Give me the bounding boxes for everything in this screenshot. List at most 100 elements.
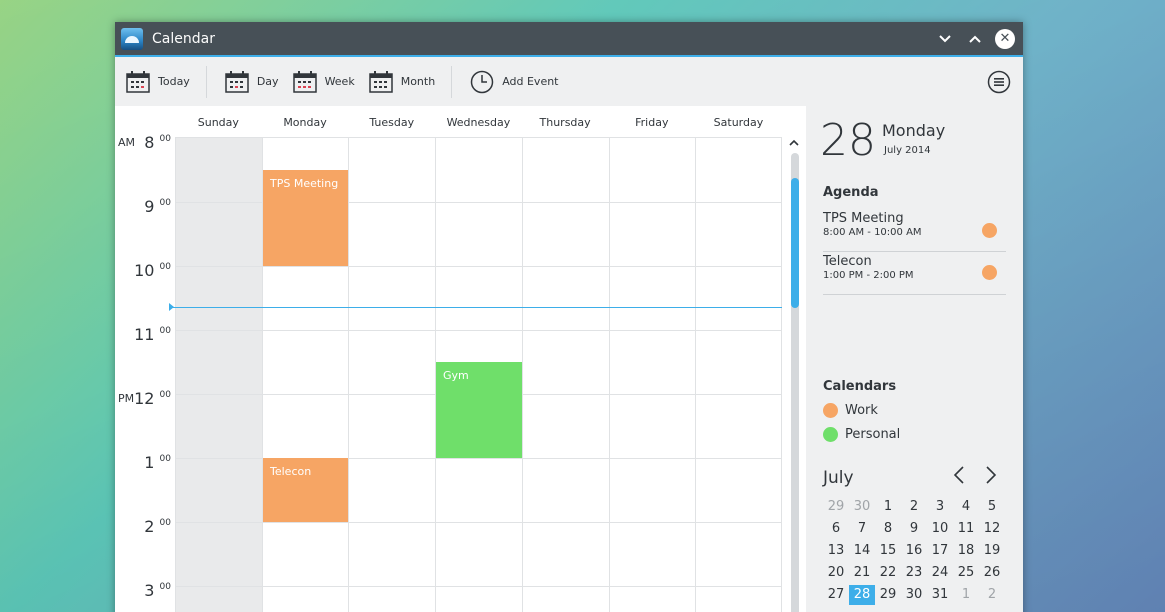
calendar-window: Calendar ✕ Today Day Week Month Add Even…: [115, 22, 1023, 612]
day-header-tuesday: Tuesday: [369, 116, 415, 129]
mini-calendar-week: 20 21 22 23 24 25 26: [823, 562, 1005, 584]
sidebar: 28 Monday July 2014 Agenda TPS Meeting 8…: [807, 106, 1023, 612]
next-month-button[interactable]: [985, 466, 997, 489]
mini-calendar-day[interactable]: 27: [823, 584, 849, 606]
day-label: Day: [256, 75, 279, 88]
mini-calendar-day[interactable]: 29: [875, 584, 901, 606]
calendar-item-work[interactable]: Work: [823, 403, 878, 418]
day-header-friday: Friday: [635, 116, 669, 129]
calendar-color-dot: [982, 265, 997, 280]
agenda-item[interactable]: TPS Meeting 8:00 AM - 10:00 AM: [823, 211, 1006, 252]
week-view: Sunday Monday Tuesday Wednesday Thursday…: [115, 106, 806, 612]
mini-calendar-day[interactable]: 17: [927, 540, 953, 562]
hour-label: 3 00: [144, 581, 171, 600]
mini-calendar-day[interactable]: 18: [953, 540, 979, 562]
month-view-button[interactable]: Month: [368, 70, 435, 94]
mini-calendar-day[interactable]: 25: [953, 562, 979, 584]
calendar-color-dot: [982, 223, 997, 238]
calendar-today-icon: [126, 70, 150, 93]
clock-icon: [470, 70, 494, 93]
mini-calendar-day[interactable]: 16: [901, 540, 927, 562]
titlebar: Calendar ✕: [115, 22, 1023, 57]
mini-calendar-day[interactable]: 3: [927, 496, 953, 518]
event-gym[interactable]: Gym: [436, 362, 522, 458]
calendar-item-personal[interactable]: Personal: [823, 427, 900, 442]
toolbar-separator: [451, 65, 453, 98]
week-view-button[interactable]: Week: [292, 70, 355, 94]
week-label: Week: [324, 75, 355, 88]
mini-calendar-week: 6 7 8 9 10 11 12: [823, 518, 1005, 540]
chevron-right-icon: [986, 466, 997, 484]
sunday-column: [175, 138, 262, 612]
mini-calendar-week: 27 28 29 30 31 1 2: [823, 584, 1005, 606]
mini-calendar-day[interactable]: 21: [849, 562, 875, 584]
chevron-left-icon: [953, 466, 964, 484]
previous-month-button[interactable]: [953, 466, 965, 489]
agenda-item[interactable]: Telecon 1:00 PM - 2:00 PM: [823, 254, 1006, 295]
agenda-item-title: TPS Meeting: [823, 211, 904, 226]
mini-calendar-day[interactable]: 15: [875, 540, 901, 562]
day-header-wednesday: Wednesday: [446, 116, 511, 129]
toolbar-separator: [205, 65, 207, 98]
hour-label: 11 00: [134, 325, 171, 344]
hour-label: 9 00: [144, 197, 171, 216]
mini-calendar-day[interactable]: 19: [979, 540, 1005, 562]
hour-label: PM 12 00: [118, 389, 171, 408]
mini-calendar-day[interactable]: 1: [875, 496, 901, 518]
day-header-saturday: Saturday: [713, 116, 764, 129]
mini-calendar-day[interactable]: 2: [979, 584, 1005, 606]
hour-label: 10 00: [134, 261, 171, 280]
mini-calendar-day[interactable]: 23: [901, 562, 927, 584]
calendar-day-icon: [225, 70, 249, 93]
scroll-up-icon[interactable]: [788, 136, 800, 150]
hour-label: 1 00: [144, 453, 171, 472]
maximize-button[interactable]: [965, 29, 985, 49]
agenda-item-title: Telecon: [823, 254, 872, 269]
today-button[interactable]: Today: [126, 70, 190, 94]
hamburger-menu-button[interactable]: [987, 70, 1011, 98]
mini-calendar-day[interactable]: 14: [849, 540, 875, 562]
calendar-color-dot: [823, 403, 838, 418]
mini-calendar-day[interactable]: 30: [901, 584, 927, 606]
close-button[interactable]: ✕: [995, 28, 1015, 49]
mini-calendar-day[interactable]: 24: [927, 562, 953, 584]
selected-month-year: July 2014: [884, 145, 931, 156]
mini-calendar-day[interactable]: 5: [979, 496, 1005, 518]
mini-calendar-day[interactable]: 7: [849, 518, 875, 540]
mini-calendar-day[interactable]: 30: [849, 496, 875, 518]
mini-calendar-day[interactable]: 10: [927, 518, 953, 540]
calendar-color-dot: [823, 427, 838, 442]
mini-calendar-day[interactable]: 11: [953, 518, 979, 540]
current-time-line: [171, 307, 782, 308]
event-telecon[interactable]: Telecon: [263, 458, 348, 522]
day-header-thursday: Thursday: [539, 116, 591, 129]
mini-calendar-day[interactable]: 1: [953, 584, 979, 606]
mini-calendar-day[interactable]: 2: [901, 496, 927, 518]
chevron-up-icon: [969, 35, 981, 43]
minimize-button[interactable]: [935, 29, 955, 49]
add-event-label: Add Event: [502, 75, 559, 88]
today-label: Today: [158, 75, 190, 88]
mini-calendar-day[interactable]: 31: [927, 584, 953, 606]
mini-calendar-grid: 29 30 1 2 3 4 5 6 7 8 9 10 11 12 13 14 1…: [823, 496, 1005, 606]
add-event-button[interactable]: Add Event: [470, 70, 559, 94]
mini-calendar-day[interactable]: 6: [823, 518, 849, 540]
mini-calendar-day[interactable]: 29: [823, 496, 849, 518]
mini-calendar-day[interactable]: 13: [823, 540, 849, 562]
mini-calendar-day[interactable]: 4: [953, 496, 979, 518]
time-grid[interactable]: TPS Meeting Gym Telecon: [175, 137, 782, 612]
event-tps-meeting[interactable]: TPS Meeting: [263, 170, 348, 266]
mini-calendar-day[interactable]: 9: [901, 518, 927, 540]
mini-calendar-day[interactable]: 26: [979, 562, 1005, 584]
mini-calendar-day[interactable]: 8: [875, 518, 901, 540]
day-view-button[interactable]: Day: [225, 70, 279, 94]
hour-label: AM 8 00: [118, 133, 171, 152]
chevron-down-icon: [939, 34, 951, 42]
mini-calendar-day[interactable]: 22: [875, 562, 901, 584]
vertical-scrollbar[interactable]: [788, 136, 800, 612]
mini-calendar-day[interactable]: 20: [823, 562, 849, 584]
scroll-thumb[interactable]: [791, 178, 799, 308]
mini-calendar-day-selected[interactable]: 28: [849, 585, 875, 605]
mini-calendar-day[interactable]: 12: [979, 518, 1005, 540]
calendar-week-icon: [292, 70, 317, 93]
